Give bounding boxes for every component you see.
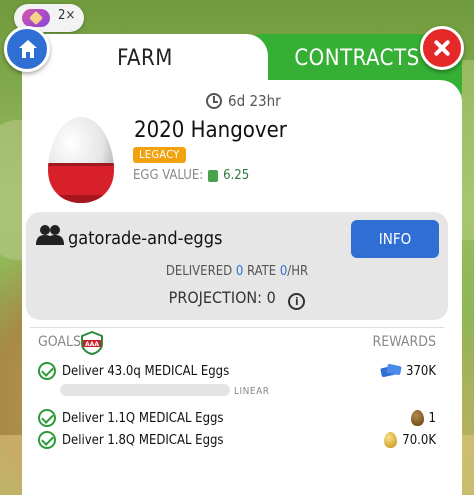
reward-amount: 370K xyxy=(406,363,436,379)
delivered-value: 0 xyxy=(235,264,244,279)
progress-mode-label: LINEAR xyxy=(234,386,270,397)
goal-row: Deliver 1.1Q MEDICAL Eggs xyxy=(38,408,224,428)
goal-text: Deliver 1.8Q MEDICAL Eggs xyxy=(62,432,224,448)
goal-reward: 370K xyxy=(381,361,436,381)
grade-label: AAA xyxy=(85,341,99,348)
goal-row: Deliver 43.0q MEDICAL Eggs xyxy=(38,361,229,381)
projection-value: 0 xyxy=(266,288,276,307)
egg-value-label: EGG VALUE: xyxy=(133,168,204,183)
check-circle-icon xyxy=(38,409,56,427)
info-button[interactable]: INFO xyxy=(351,220,439,258)
goal-text: Deliver 1.1Q MEDICAL Eggs xyxy=(62,410,224,426)
goal-reward: 70.0K xyxy=(384,430,436,450)
egg-value: EGG VALUE: 6.25 xyxy=(133,168,249,183)
legacy-badge: LEGACY xyxy=(133,147,186,163)
reward-amount: 1 xyxy=(428,410,436,426)
coop-name: gatorade-and-eggs xyxy=(68,228,223,249)
group-icon xyxy=(36,225,64,245)
tickets-icon xyxy=(381,365,401,377)
delivery-stats: DELIVERED 0 RATE 0/HR xyxy=(26,264,448,279)
rewards-label: REWARDS xyxy=(372,334,436,350)
rate-label: RATE xyxy=(246,264,277,279)
egg-value-amount: 6.25 xyxy=(223,168,250,183)
clock-icon xyxy=(206,93,222,109)
medical-egg-icon xyxy=(48,117,114,203)
section-divider xyxy=(30,327,444,328)
close-button[interactable] xyxy=(420,26,464,70)
home-icon xyxy=(19,40,37,58)
time-remaining: 6d 23hr xyxy=(206,92,281,110)
cash-icon xyxy=(208,169,219,182)
coop-card: gatorade-and-eggs INFO DELIVERED 0 RATE … xyxy=(26,212,448,320)
tab-farm-label: FARM xyxy=(117,46,173,71)
egg-gem-icon xyxy=(22,9,50,27)
home-button[interactable] xyxy=(4,26,50,72)
dark-golden-egg-icon xyxy=(410,410,424,426)
goal-row: Deliver 1.8Q MEDICAL Eggs xyxy=(38,430,224,450)
goal-text: Deliver 43.0q MEDICAL Eggs xyxy=(62,363,230,379)
rate-unit: /HR xyxy=(287,264,309,279)
check-circle-icon xyxy=(38,362,56,380)
check-circle-icon xyxy=(38,431,56,449)
projection: PROJECTION: 0 i xyxy=(26,288,448,310)
goals-label: GOALS xyxy=(38,334,82,350)
goal-reward: 1 xyxy=(410,408,436,428)
contract-title: 2020 Hangover xyxy=(134,118,287,143)
grade-aaa-badge-icon: AAA xyxy=(81,331,103,355)
goal-progress-bar xyxy=(60,384,230,396)
delivered-label: DELIVERED xyxy=(165,264,233,279)
multiplier-label: 2× xyxy=(58,8,76,23)
time-remaining-value: 6d 23hr xyxy=(228,92,281,110)
projection-info-icon[interactable]: i xyxy=(288,293,306,310)
golden-egg-icon xyxy=(384,432,398,448)
reward-amount: 70.0K xyxy=(402,432,436,448)
projection-label: PROJECTION: xyxy=(168,288,263,307)
